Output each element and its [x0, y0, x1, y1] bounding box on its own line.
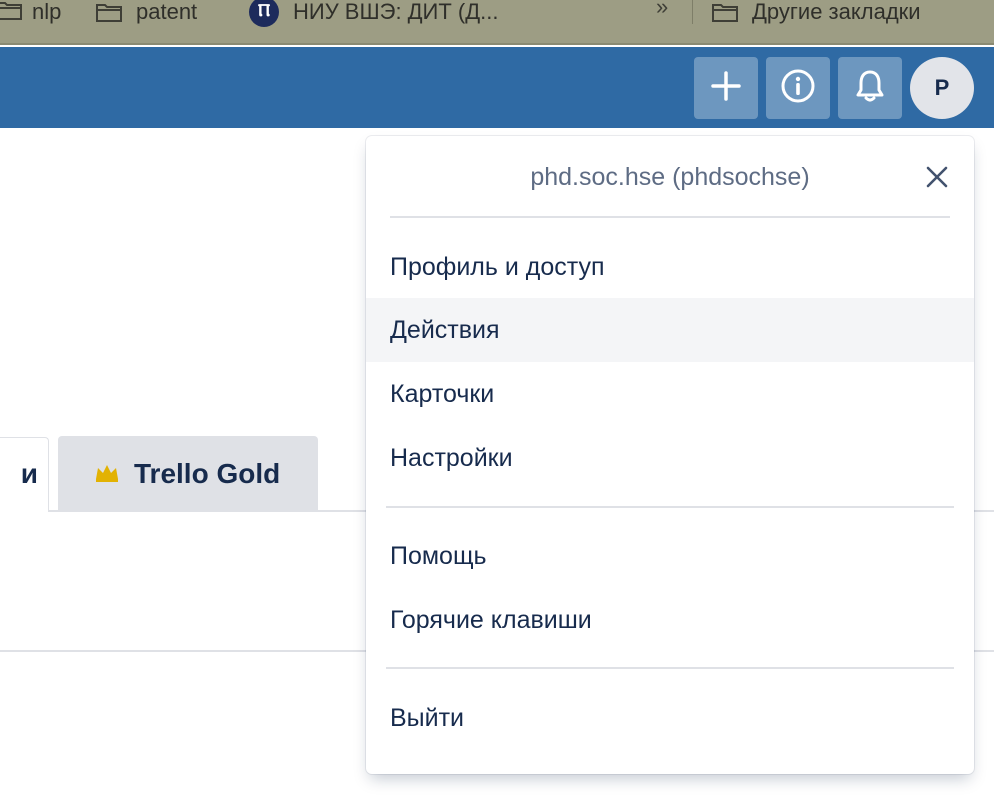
- notifications-button[interactable]: [838, 57, 902, 119]
- app-header: P: [0, 47, 994, 128]
- bookmark-label: Другие закладки: [752, 0, 921, 24]
- bookmark-other[interactable]: Другие закладки: [712, 0, 921, 24]
- tab-boards[interactable]: и: [0, 437, 49, 512]
- bookmark-label: nlp: [32, 0, 62, 24]
- folder-icon: [712, 2, 738, 22]
- folder-icon: [0, 0, 22, 20]
- menu-item-profile[interactable]: Профиль и доступ: [366, 235, 974, 299]
- info-button[interactable]: [766, 57, 830, 119]
- bookmarks-overflow-button[interactable]: »: [656, 0, 668, 20]
- bookmark-hse[interactable]: Ⲡ НИУ ВШЭ: ДИТ (Д...: [249, 0, 499, 27]
- tab-label: и: [20, 458, 38, 489]
- account-menu-title: phd.soc.hse (phdsochse): [530, 163, 810, 191]
- create-button[interactable]: [694, 57, 758, 119]
- menu-divider: [390, 216, 950, 218]
- close-icon: [925, 165, 949, 194]
- menu-divider: [386, 667, 954, 669]
- plus-icon: [709, 69, 743, 108]
- bookmark-label: patent: [136, 0, 198, 24]
- tab-label: Trello Gold: [134, 458, 281, 489]
- menu-divider: [386, 506, 954, 508]
- bell-icon: [853, 68, 887, 109]
- account-menu: phd.soc.hse (phdsochse) Профиль и доступ…: [366, 136, 974, 774]
- avatar[interactable]: P: [910, 57, 974, 119]
- bookmarks-bar: nlp patent Ⲡ НИУ ВШЭ: ДИТ (Д... » Другие…: [0, 0, 994, 45]
- close-button[interactable]: [922, 164, 952, 194]
- hse-logo-icon: Ⲡ: [249, 0, 279, 27]
- menu-item-cards[interactable]: Карточки: [366, 362, 974, 426]
- menu-item-shortcuts[interactable]: Горячие клавиши: [366, 588, 974, 652]
- bookmark-patent[interactable]: patent: [96, 0, 197, 24]
- folder-icon: [96, 2, 122, 22]
- crown-icon: [94, 458, 120, 490]
- bookmark-label: НИУ ВШЭ: ДИТ (Д...: [293, 0, 499, 24]
- menu-item-logout[interactable]: Выйти: [366, 686, 974, 750]
- info-icon: [780, 68, 816, 109]
- tab-trello-gold[interactable]: Trello Gold: [58, 436, 318, 512]
- menu-item-settings[interactable]: Настройки: [366, 426, 974, 490]
- bookmarks-separator: [692, 0, 693, 24]
- menu-item-help[interactable]: Помощь: [366, 524, 974, 588]
- menu-item-activity[interactable]: Действия: [366, 298, 974, 362]
